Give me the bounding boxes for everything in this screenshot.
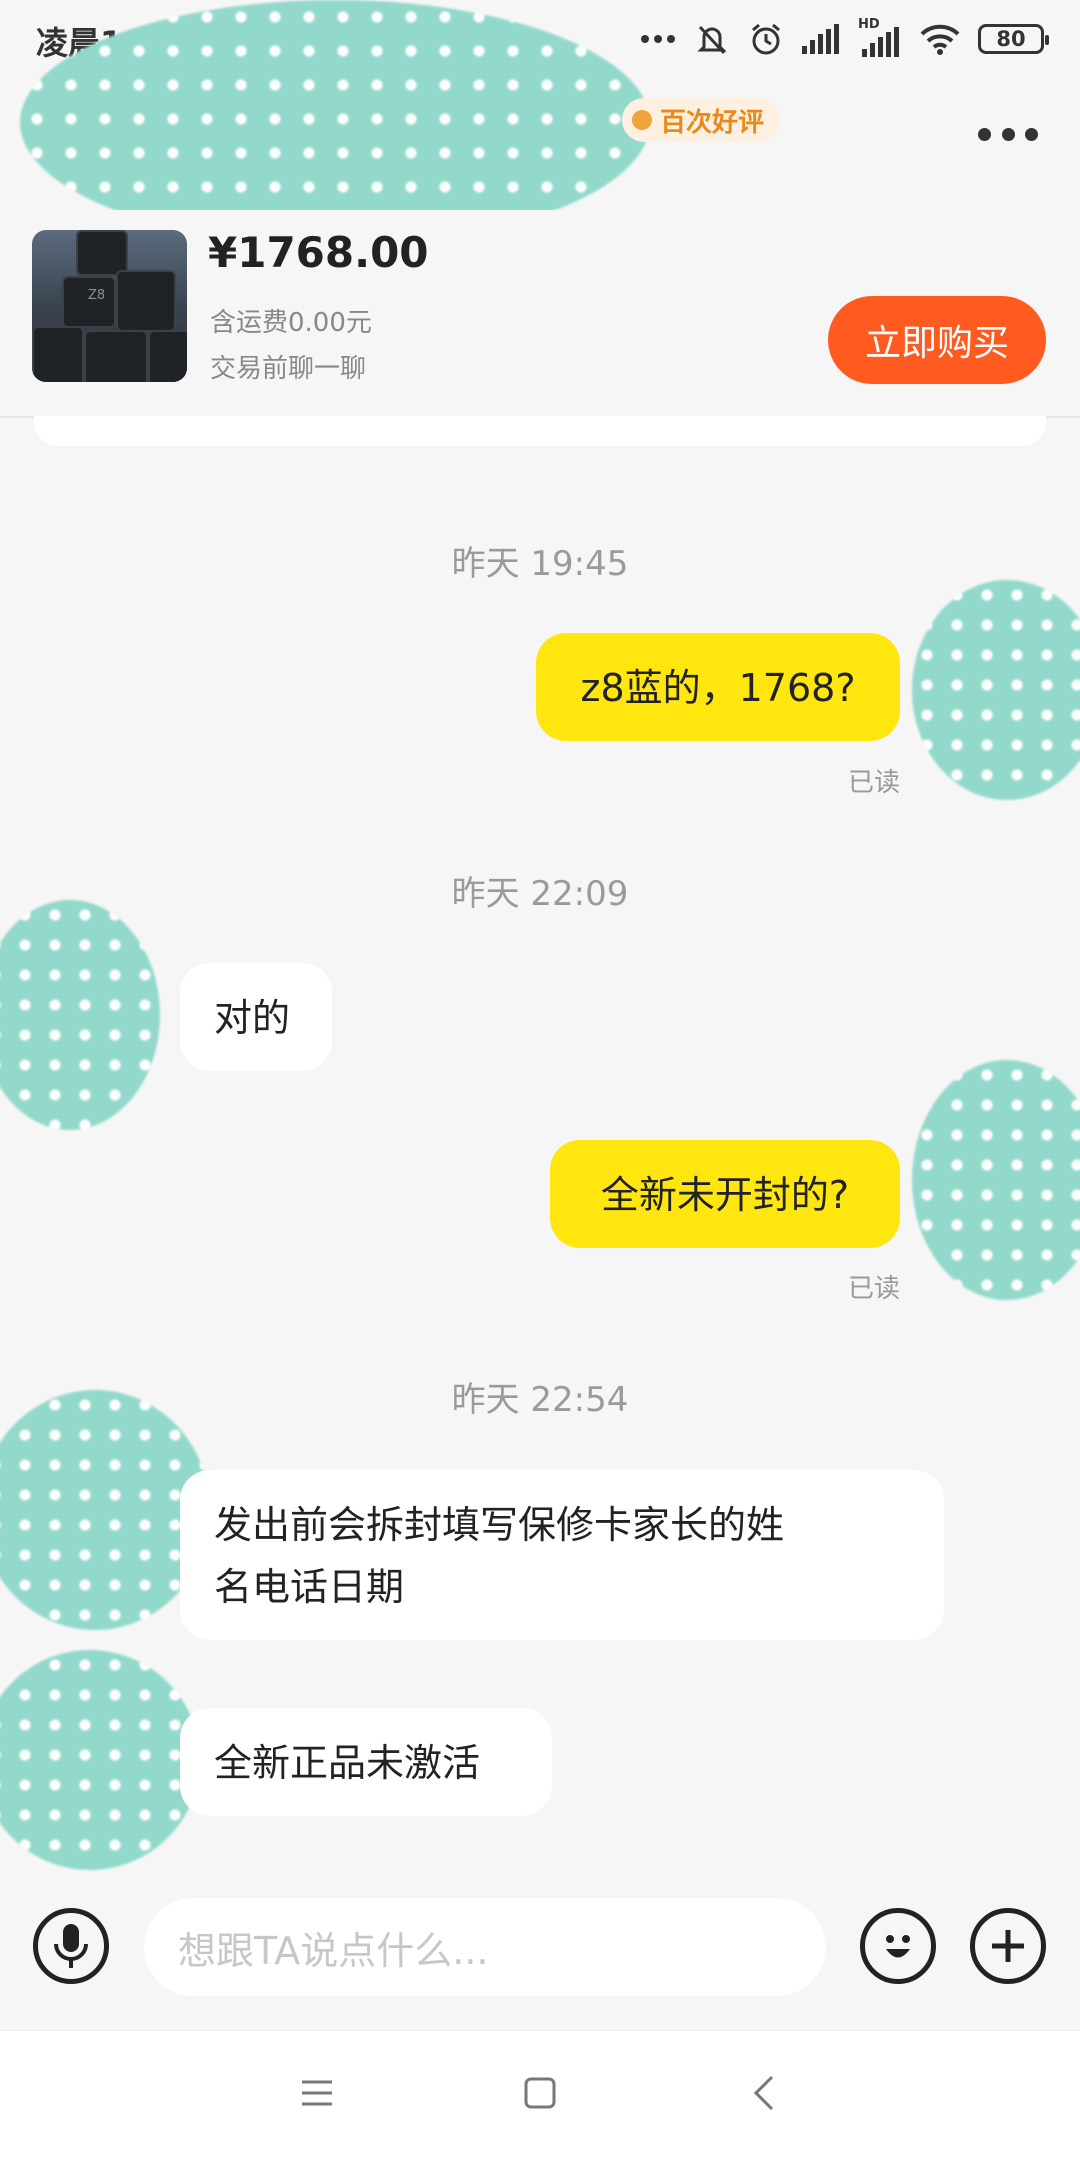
badge-icon xyxy=(632,110,652,130)
more-notifications-icon xyxy=(641,35,675,43)
seller-info-redacted xyxy=(20,0,650,245)
battery-level: 80 xyxy=(996,27,1026,51)
microphone-icon[interactable] xyxy=(33,1908,109,1984)
status-icons: HD 80 xyxy=(640,14,1049,64)
read-receipt: 已读 xyxy=(848,1274,901,1304)
mute-bell-icon xyxy=(697,25,727,55)
battery-icon: 80 xyxy=(978,24,1049,54)
more-dots-icon[interactable] xyxy=(978,128,1038,144)
message-bubble-theirs[interactable]: 发出前会拆封填写保修卡家长的姓 名电话日期 xyxy=(180,1470,944,1640)
my-avatar-redacted xyxy=(912,580,1080,800)
seller-avatar-redacted[interactable] xyxy=(0,1650,200,1870)
my-avatar-redacted xyxy=(912,1060,1080,1300)
plus-icon[interactable] xyxy=(970,1908,1046,1984)
message-bubble-mine[interactable]: 全新未开封的? xyxy=(550,1140,900,1248)
seller-avatar-redacted[interactable] xyxy=(0,900,160,1130)
emoji-icon[interactable] xyxy=(860,1908,936,1984)
seller-avatar-redacted[interactable] xyxy=(0,1390,210,1630)
message-input[interactable]: 想跟TA说点什么... xyxy=(144,1898,826,1996)
badge-label: 百次好评 xyxy=(660,107,765,138)
shipping-info: 含运费0.00元 xyxy=(210,308,372,338)
card-remnant xyxy=(34,416,1046,446)
read-receipt: 已读 xyxy=(848,768,901,798)
buy-now-button[interactable]: 立即购买 xyxy=(828,296,1046,384)
message-bubble-theirs[interactable]: 全新正品未激活 xyxy=(180,1708,552,1816)
message-bubble-theirs[interactable]: 对的 xyxy=(180,963,332,1071)
message-timestamp: 昨天 22:09 xyxy=(451,874,629,914)
thumb-label: Z8 xyxy=(88,288,106,303)
message-bubble-mine[interactable]: z8蓝的，1768? xyxy=(536,633,900,741)
product-thumbnail[interactable]: Z8 xyxy=(32,230,187,382)
home-icon[interactable] xyxy=(523,2076,557,2110)
wifi-icon xyxy=(920,24,960,55)
alarm-icon xyxy=(752,23,780,55)
message-line: 发出前会拆封填写保修卡家长的姓 xyxy=(214,1503,785,1547)
review-badge: 百次好评 xyxy=(622,98,781,142)
message-line: 名电话日期 xyxy=(214,1565,405,1609)
menu-icon[interactable] xyxy=(300,2078,334,2108)
message-timestamp: 昨天 19:45 xyxy=(451,544,629,584)
product-price: ¥1768.00 xyxy=(208,228,429,277)
back-nav-icon[interactable] xyxy=(752,2074,776,2112)
signal-icon xyxy=(802,24,839,54)
chat-hint: 交易前聊一聊 xyxy=(210,354,367,384)
signal-hd-icon: HD xyxy=(858,17,902,57)
